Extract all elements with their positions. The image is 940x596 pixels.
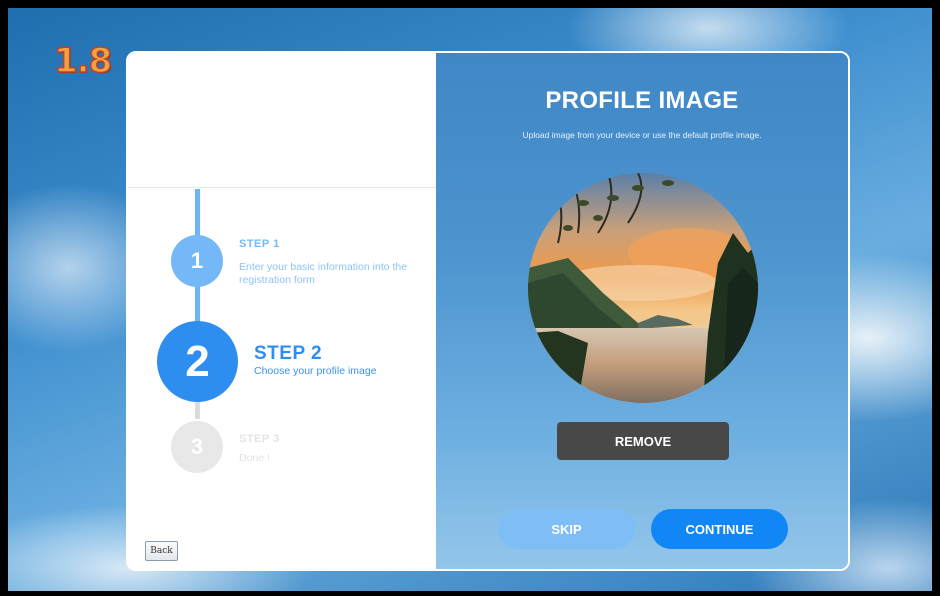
- desktop-background: 1.8 1 STEP 1 Enter your basic informatio…: [8, 8, 932, 591]
- landscape-photo-icon: [528, 173, 758, 403]
- registration-dialog: 1 STEP 1 Enter your basic information in…: [126, 51, 850, 571]
- step-3-title: STEP 3: [239, 433, 280, 445]
- step-2-title: STEP 2: [254, 343, 323, 364]
- profile-subtitle: Upload image from your device or use the…: [522, 130, 762, 140]
- steps-panel-header: [128, 53, 436, 188]
- profile-panel: PROFILE IMAGE Upload image from your dev…: [436, 53, 848, 569]
- profile-image[interactable]: [528, 173, 758, 403]
- back-button[interactable]: Back: [145, 541, 178, 561]
- continue-button[interactable]: CONTINUE: [651, 509, 788, 549]
- remove-button[interactable]: REMOVE: [557, 422, 729, 460]
- step-3-circle: 3: [171, 421, 223, 473]
- profile-title: PROFILE IMAGE: [545, 87, 739, 114]
- skip-button[interactable]: SKIP: [498, 509, 635, 549]
- step-1-circle: 1: [171, 235, 223, 287]
- steps-panel: 1 STEP 1 Enter your basic information in…: [128, 53, 436, 569]
- step-1-title: STEP 1: [239, 238, 280, 250]
- step-2-description: Choose your profile image: [254, 365, 377, 377]
- step-1-description: Enter your basic information into the re…: [239, 261, 408, 286]
- step-3-description: Done !: [239, 452, 270, 464]
- version-badge: 1.8: [53, 40, 113, 82]
- step-2-circle: 2: [157, 321, 238, 402]
